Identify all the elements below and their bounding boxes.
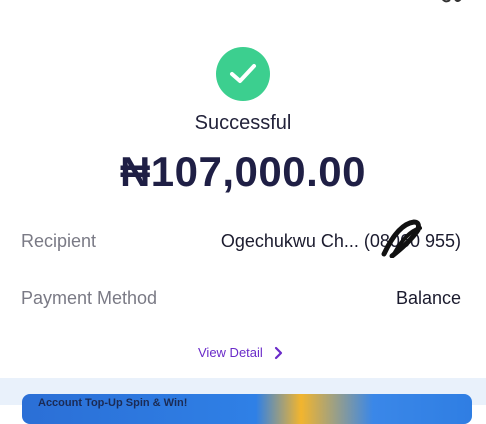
promo-banner[interactable]: Account Top-Up Spin & Win! [22,394,472,424]
transaction-amount: ₦107,000.00 [119,148,367,195]
corner-icon [442,0,462,3]
promo-banner-text: Account Top-Up Spin & Win! [38,397,188,409]
status-text: Successful [194,112,292,134]
chevron-right-icon [274,346,283,360]
redaction-scribble [381,219,422,258]
payment-method-row: Payment Method Balance [21,288,461,312]
view-detail-label: View Detail [198,345,263,360]
payment-method-value: Balance [395,288,461,308]
recipient-label: Recipient [21,231,97,251]
success-check-icon [216,47,270,101]
view-detail-link[interactable]: View Detail [198,345,283,363]
promo-banner-area: Account Top-Up Spin & Win! [0,378,486,424]
payment-method-label: Payment Method [21,288,158,308]
